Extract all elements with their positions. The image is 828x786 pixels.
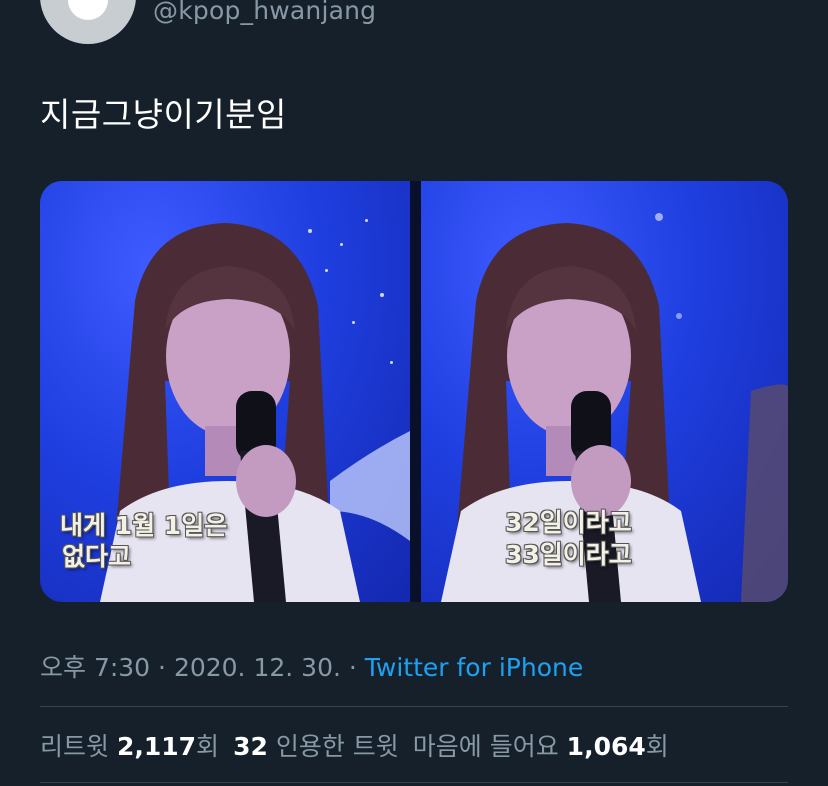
- video-subtitle-line: 내게 1월 1일은: [60, 511, 228, 540]
- likes-label: 마음에 들어요: [412, 732, 559, 761]
- tweet-date[interactable]: 2020. 12. 30.: [174, 653, 341, 682]
- tweet-stats: 리트윗 2,117회 32 인용한 트윗 마음에 들어요 1,064회: [40, 727, 669, 763]
- meta-separator: ·: [150, 653, 174, 682]
- likes-suffix: 회: [645, 732, 669, 761]
- likes-stat[interactable]: 마음에 들어요 1,064회: [413, 732, 669, 761]
- tweet-text: 지금그냥이기분임: [40, 95, 287, 134]
- tweet-detail-page: @kpop_hwanjang 지금그냥이기분임 내게 1월 1일은 없다고 32…: [0, 0, 828, 786]
- video-subtitle-line: 32일이라고: [505, 508, 632, 537]
- retweets-suffix: 회: [196, 732, 220, 761]
- tweet-metadata: 오후 7:30 · 2020. 12. 30. · Twitter for iP…: [40, 648, 583, 684]
- author-handle[interactable]: @kpop_hwanjang: [153, 0, 376, 25]
- quote-tweets-label: 인용한 트윗: [275, 732, 399, 761]
- video-subtitle-line: 없다고: [62, 542, 132, 571]
- retweets-stat[interactable]: 리트윗 2,117회: [40, 732, 219, 761]
- tweet-media[interactable]: 내게 1월 1일은 없다고 32일이라고 33일이라고: [40, 181, 788, 602]
- quote-tweets-stat[interactable]: 32 인용한 트윗: [233, 732, 399, 761]
- divider-line: [40, 706, 788, 707]
- tweet-time: 오후 7:30: [40, 653, 151, 682]
- media-divider: [410, 181, 421, 602]
- media-image-left[interactable]: 내게 1월 1일은 없다고: [40, 181, 410, 602]
- retweets-label: 리트윗: [40, 732, 110, 761]
- likes-count: 1,064: [566, 732, 646, 761]
- video-subtitle-line: 33일이라고: [505, 540, 632, 569]
- meta-separator: ·: [340, 653, 365, 682]
- tweet-source-link[interactable]: Twitter for iPhone: [365, 653, 583, 682]
- media-image-right[interactable]: 32일이라고 33일이라고: [421, 181, 788, 602]
- divider-line: [40, 782, 788, 783]
- avatar[interactable]: [40, 0, 136, 44]
- retweets-count: 2,117: [116, 732, 197, 761]
- default-profile-avatar-icon: [68, 0, 108, 20]
- performer-figure: [441, 223, 788, 602]
- quote-tweets-count: 32: [233, 732, 268, 761]
